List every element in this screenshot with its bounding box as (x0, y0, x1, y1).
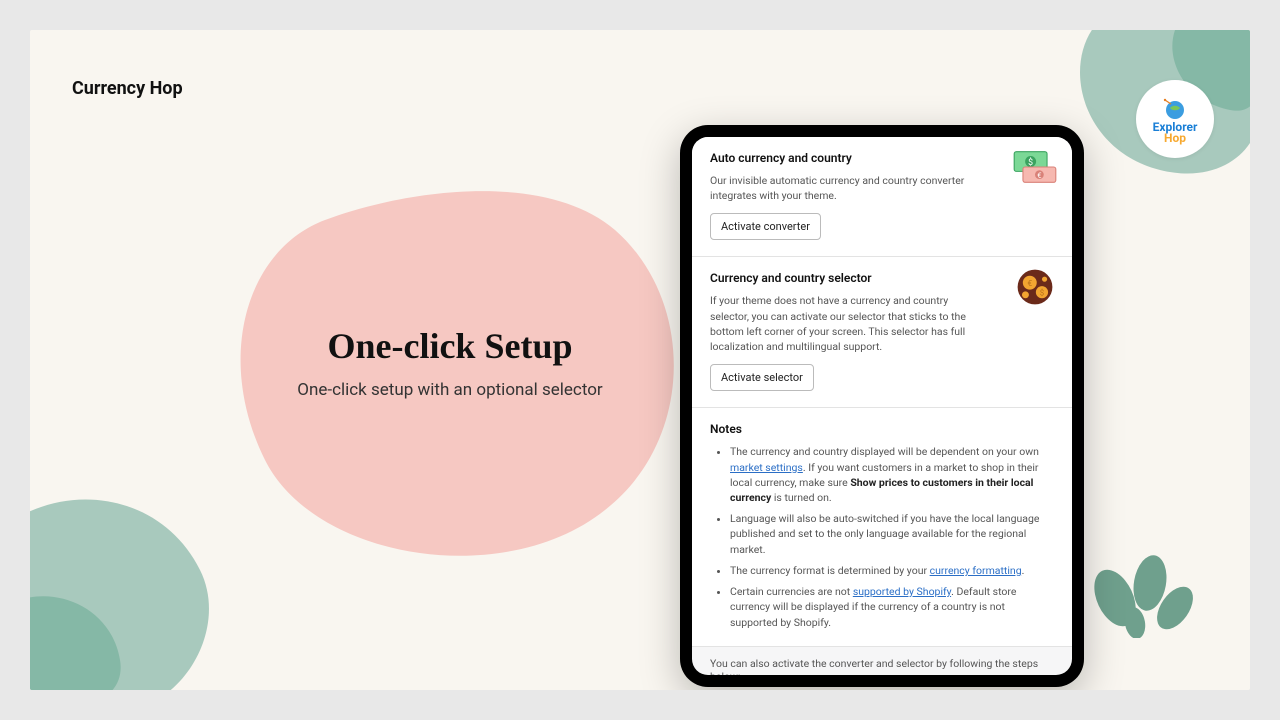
note-item: The currency format is determined by you… (730, 563, 1054, 578)
svg-text:€: € (1027, 280, 1032, 290)
promo-card: Currency Hop One-click Setup One-click s… (30, 30, 1250, 690)
activate-converter-button[interactable]: Activate converter (710, 213, 821, 240)
logo-line2: Hop (1164, 132, 1186, 144)
explorer-hop-logo: Explorer Hop (1136, 80, 1214, 158)
leaves-decor (1080, 528, 1200, 638)
section-body: Our invisible automatic currency and cou… (710, 173, 990, 203)
section-title: Auto currency and country (710, 151, 1054, 165)
currency-formatting-link[interactable]: currency formatting (930, 564, 1022, 577)
note-item: The currency and country displayed will … (730, 444, 1054, 505)
blob-bottomleft-decor (30, 450, 300, 690)
svg-text:$: $ (1028, 157, 1033, 168)
notes-title: Notes (710, 422, 1054, 436)
hero-title: One-click Setup (280, 325, 620, 367)
hero-subtitle: One-click setup with an optional selecto… (240, 380, 660, 400)
note-item: Certain currencies are not supported by … (730, 584, 1054, 630)
section-notes: Notes The currency and country displayed… (692, 408, 1072, 646)
note-item: Language will also be auto-switched if y… (730, 511, 1054, 557)
svg-text:$: $ (1040, 289, 1044, 298)
market-settings-link[interactable]: market settings (730, 461, 803, 474)
tablet-mockup: $ € Auto currency and country Our invisi… (680, 125, 1084, 687)
followup-intro: You can also activate the converter and … (710, 657, 1054, 675)
supported-by-shopify-link[interactable]: supported by Shopify (853, 585, 951, 598)
activate-selector-button[interactable]: Activate selector (710, 364, 814, 391)
followup-steps: You can also activate the converter and … (692, 647, 1072, 675)
section-title: Currency and country selector (710, 271, 1054, 285)
brand-name: Currency Hop (72, 78, 183, 99)
globe-icon (1160, 95, 1190, 121)
coins-icon: € $ (1012, 267, 1058, 307)
svg-text:€: € (1037, 171, 1041, 180)
section-selector: € $ Currency and country selector If you… (692, 257, 1072, 408)
money-icon: $ € (1012, 147, 1058, 187)
tablet-screen: $ € Auto currency and country Our invisi… (692, 137, 1072, 675)
section-auto-currency: $ € Auto currency and country Our invisi… (692, 137, 1072, 257)
section-body: If your theme does not have a currency a… (710, 293, 980, 354)
